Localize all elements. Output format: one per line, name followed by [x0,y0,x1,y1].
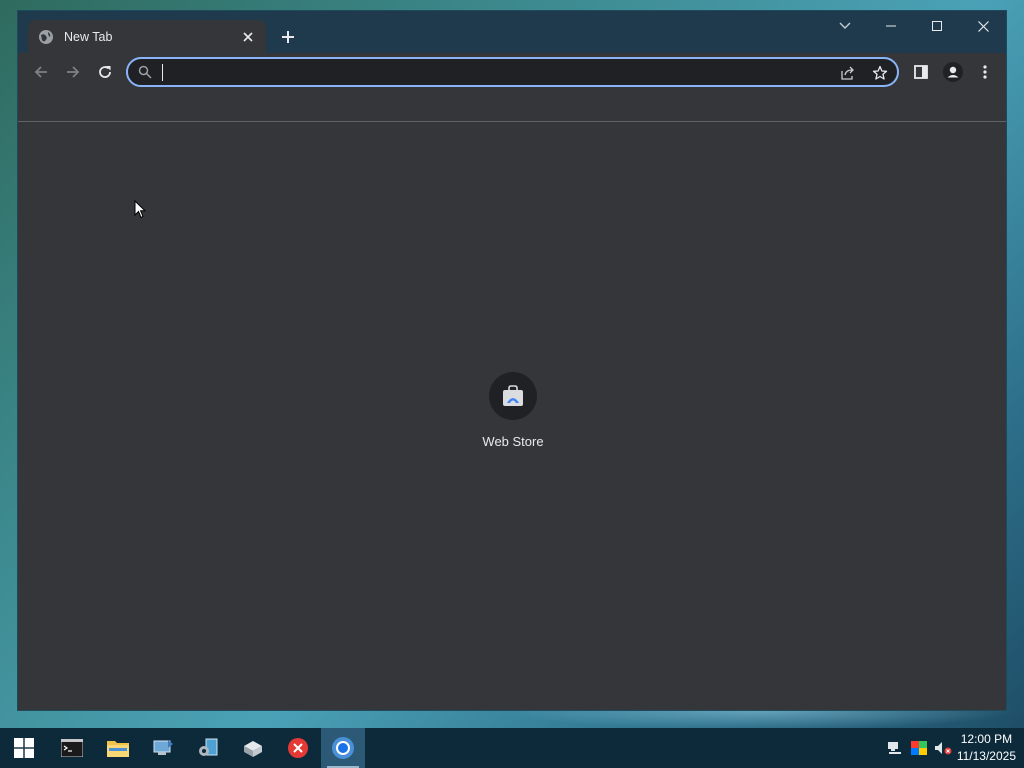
browser-window: New Tab Web Store [17,10,1007,711]
close-tab-icon[interactable] [240,29,256,45]
bookmarks-bar [18,91,1006,122]
side-panel-icon [914,65,928,79]
minimize-icon [886,25,896,27]
address-input[interactable] [160,61,820,83]
reload-icon [97,64,113,80]
maximize-icon [932,21,942,31]
taskbar-chrome[interactable] [321,728,365,768]
globe-icon [38,29,54,45]
menu-button[interactable] [973,60,997,84]
network-computer-icon [152,738,174,758]
search-icon [138,65,152,79]
taskbar-server-app[interactable] [231,728,275,768]
tab-search-button[interactable] [822,11,868,41]
folder-icon [107,739,129,757]
shortcut-web-store[interactable]: Web Store [463,372,563,472]
taskbar: 12:00 PM 11/13/2025 [0,728,1024,768]
reload-button[interactable] [93,60,117,84]
avatar [943,62,963,82]
taskbar-terminal[interactable] [50,728,94,768]
start-button[interactable] [2,728,46,768]
text-caret [162,64,163,81]
new-tab-page: Web Store [18,122,1006,710]
tab-title: New Tab [64,29,113,44]
profile-button[interactable] [941,60,965,84]
server-icon [242,738,264,758]
network-tray-icon[interactable] [886,740,904,756]
new-tab-button[interactable] [276,25,300,49]
display-tray-icon[interactable] [910,740,928,756]
volume-muted-icon[interactable] [934,740,952,756]
title-bar: New Tab [18,11,1006,53]
shortcut-label: Web Store [482,434,544,449]
back-button[interactable] [29,60,53,84]
terminal-icon [61,739,83,757]
close-window-button[interactable] [960,11,1006,41]
close-icon [977,20,989,32]
system-clock[interactable]: 12:00 PM 11/13/2025 [957,731,1016,765]
clock-date: 11/13/2025 [956,749,1016,763]
forward-button[interactable] [61,60,85,84]
web-store-icon [489,372,537,420]
chevron-down-icon [839,22,851,30]
taskbar-network-app[interactable] [141,728,185,768]
arrow-right-icon [65,64,81,80]
gear-computer-icon [197,738,219,758]
red-x-icon [287,737,309,759]
clock-time: 12:00 PM [960,732,1013,746]
tab-new-tab[interactable]: New Tab [28,20,266,53]
minimize-button[interactable] [868,11,914,41]
taskbar-file-explorer[interactable] [96,728,140,768]
windows-logo-icon [14,738,34,758]
taskbar-error-app[interactable] [276,728,320,768]
toolbar [18,53,1006,91]
taskbar-settings-app[interactable] [186,728,230,768]
mouse-cursor-icon [134,199,147,224]
side-panel-button[interactable] [909,60,933,84]
address-bar[interactable] [126,57,899,87]
bookmark-star-icon[interactable] [870,63,890,83]
chrome-icon [331,736,355,760]
share-icon[interactable] [838,63,858,83]
arrow-left-icon [33,64,49,80]
more-vertical-icon [983,65,987,79]
maximize-button[interactable] [914,11,960,41]
